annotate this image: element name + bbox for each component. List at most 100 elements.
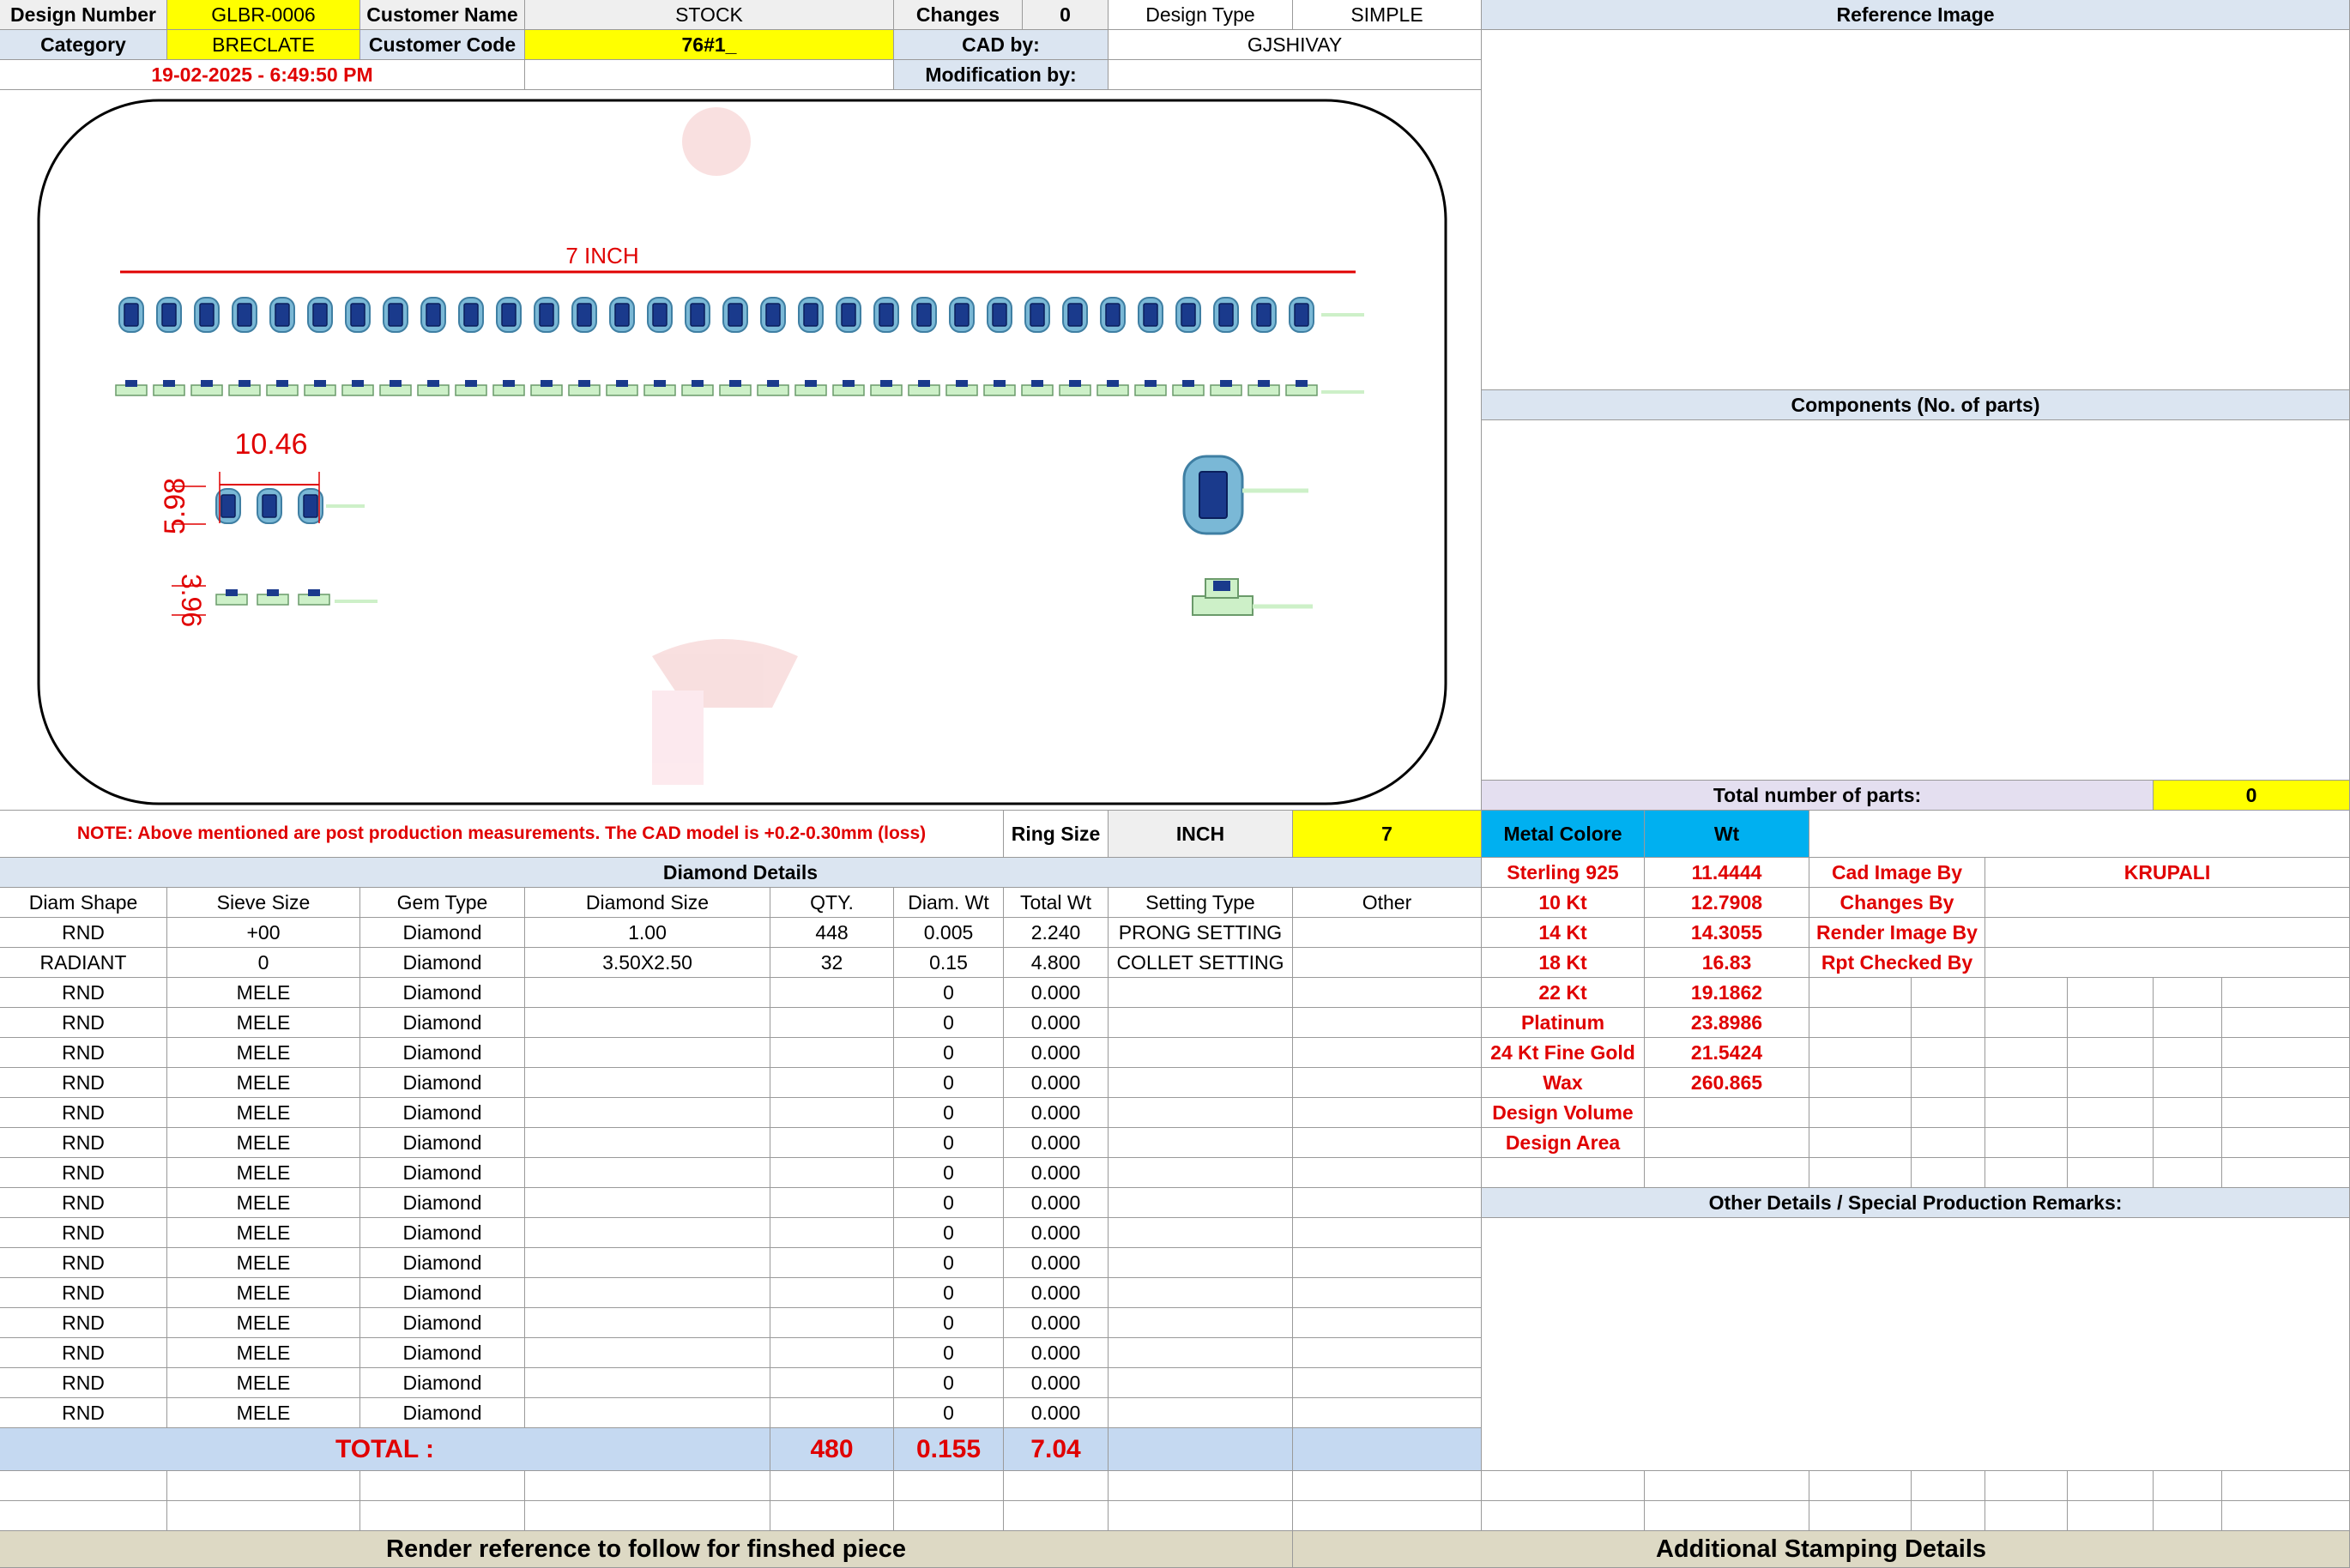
cell-total-wt[interactable]: 0.000 <box>1004 1068 1109 1098</box>
cell-diamond-size[interactable] <box>525 1308 770 1338</box>
cell-sieve-size[interactable]: MELE <box>167 978 360 1008</box>
cell-gem-type[interactable]: Diamond <box>360 1128 525 1158</box>
cell-other[interactable] <box>1293 1128 1482 1158</box>
cell-qty[interactable] <box>770 1338 894 1368</box>
cell-total-wt[interactable]: 0.000 <box>1004 1338 1109 1368</box>
cell-diam-shape[interactable]: RND <box>0 1308 167 1338</box>
cell-diam-wt[interactable]: 0 <box>894 978 1004 1008</box>
cell-total-wt[interactable]: 0.000 <box>1004 1218 1109 1248</box>
cell-qty[interactable] <box>770 1368 894 1398</box>
cell-diam-wt[interactable]: 0 <box>894 1398 1004 1428</box>
cell-diam-shape[interactable]: RND <box>0 1218 167 1248</box>
cell-diam-shape[interactable]: RND <box>0 978 167 1008</box>
cell-total-wt[interactable]: 0.000 <box>1004 1398 1109 1428</box>
cell-sieve-size[interactable]: MELE <box>167 1368 360 1398</box>
cell-qty[interactable] <box>770 1008 894 1038</box>
metal-weight[interactable]: 21.5424 <box>1645 1038 1809 1068</box>
cell-diam-wt[interactable]: 0 <box>894 1098 1004 1128</box>
category-value[interactable]: BRECLATE <box>167 30 360 60</box>
cell-total-wt[interactable]: 0.000 <box>1004 1308 1109 1338</box>
cell-sieve-size[interactable]: MELE <box>167 1338 360 1368</box>
cell-diam-shape[interactable]: RND <box>0 1278 167 1308</box>
metal-weight[interactable]: 19.1862 <box>1645 978 1809 1008</box>
cell-setting-type[interactable] <box>1109 1068 1293 1098</box>
total-parts-value[interactable]: 0 <box>2154 781 2350 811</box>
cell-diam-shape[interactable]: RND <box>0 1338 167 1368</box>
cell-other[interactable] <box>1293 1008 1482 1038</box>
cell-diam-wt[interactable]: 0 <box>894 1188 1004 1218</box>
metal-weight[interactable]: 12.7908 <box>1645 888 1809 918</box>
cell-setting-type[interactable] <box>1109 1308 1293 1338</box>
cell-setting-type[interactable]: COLLET SETTING <box>1109 948 1293 978</box>
cell-setting-type[interactable] <box>1109 1038 1293 1068</box>
cell-gem-type[interactable]: Diamond <box>360 1068 525 1098</box>
cell-gem-type[interactable]: Diamond <box>360 1248 525 1278</box>
cell-diamond-size[interactable] <box>525 1008 770 1038</box>
cell-total-wt[interactable]: 0.000 <box>1004 1248 1109 1278</box>
cell-sieve-size[interactable]: MELE <box>167 1308 360 1338</box>
cell-diam-wt[interactable]: 0 <box>894 1308 1004 1338</box>
cell-other[interactable] <box>1293 1188 1482 1218</box>
cell-gem-type[interactable]: Diamond <box>360 1218 525 1248</box>
cell-sieve-size[interactable]: MELE <box>167 1218 360 1248</box>
cell-sieve-size[interactable]: MELE <box>167 1098 360 1128</box>
metal-weight[interactable]: 23.8986 <box>1645 1008 1809 1038</box>
cell-sieve-size[interactable]: MELE <box>167 1158 360 1188</box>
cell-other[interactable] <box>1293 1218 1482 1248</box>
cell-total-wt[interactable]: 4.800 <box>1004 948 1109 978</box>
cell-diam-wt[interactable]: 0 <box>894 1278 1004 1308</box>
cell-other[interactable] <box>1293 1248 1482 1278</box>
cell-qty[interactable] <box>770 1218 894 1248</box>
cell-qty[interactable] <box>770 978 894 1008</box>
cell-setting-type[interactable] <box>1109 1098 1293 1128</box>
cell-diam-shape[interactable]: RND <box>0 1008 167 1038</box>
customer-name-value[interactable]: STOCK <box>525 0 894 30</box>
cell-diam-shape[interactable]: RND <box>0 1368 167 1398</box>
cell-setting-type[interactable]: PRONG SETTING <box>1109 918 1293 948</box>
cell-setting-type[interactable] <box>1109 1368 1293 1398</box>
cell-other[interactable] <box>1293 978 1482 1008</box>
cell-sieve-size[interactable]: MELE <box>167 1278 360 1308</box>
cell-diamond-size[interactable]: 1.00 <box>525 918 770 948</box>
cell-qty[interactable] <box>770 1038 894 1068</box>
cell-qty[interactable] <box>770 1188 894 1218</box>
cell-diamond-size[interactable] <box>525 1038 770 1068</box>
cell-diamond-size[interactable] <box>525 1158 770 1188</box>
cell-gem-type[interactable]: Diamond <box>360 918 525 948</box>
cell-other[interactable] <box>1293 948 1482 978</box>
cell-diamond-size[interactable] <box>525 1248 770 1278</box>
cell-gem-type[interactable]: Diamond <box>360 948 525 978</box>
cell-gem-type[interactable]: Diamond <box>360 1278 525 1308</box>
cell-qty[interactable]: 448 <box>770 918 894 948</box>
cell-sieve-size[interactable]: MELE <box>167 1248 360 1278</box>
cell-setting-type[interactable] <box>1109 1008 1293 1038</box>
cell-diamond-size[interactable] <box>525 1278 770 1308</box>
cell-diam-shape[interactable]: RND <box>0 1098 167 1128</box>
ring-size-value[interactable]: 7 <box>1293 811 1482 858</box>
credit-value[interactable]: KRUPALI <box>1985 858 2350 888</box>
metal-weight[interactable]: 11.4444 <box>1645 858 1809 888</box>
design-number-value[interactable]: GLBR-0006 <box>167 0 360 30</box>
cell-diam-wt[interactable]: 0.15 <box>894 948 1004 978</box>
cell-total-wt[interactable]: 0.000 <box>1004 1098 1109 1128</box>
cell-qty[interactable] <box>770 1128 894 1158</box>
cell-sieve-size[interactable]: MELE <box>167 1068 360 1098</box>
credit-value[interactable] <box>1985 948 2350 978</box>
customer-code-value[interactable]: 76#1_ <box>525 30 894 60</box>
cell-diamond-size[interactable] <box>525 1368 770 1398</box>
metal-weight[interactable] <box>1645 1128 1809 1158</box>
cell-total-wt[interactable]: 0.000 <box>1004 1008 1109 1038</box>
cell-diam-wt[interactable]: 0 <box>894 1008 1004 1038</box>
cell-sieve-size[interactable]: 0 <box>167 948 360 978</box>
metal-weight[interactable]: 260.865 <box>1645 1068 1809 1098</box>
cell-diamond-size[interactable] <box>525 1128 770 1158</box>
cell-diamond-size[interactable] <box>525 978 770 1008</box>
cell-total-wt[interactable]: 0.000 <box>1004 1188 1109 1218</box>
cell-diam-wt[interactable]: 0 <box>894 1338 1004 1368</box>
cell-diam-shape[interactable]: RND <box>0 1398 167 1428</box>
cell-other[interactable] <box>1293 1398 1482 1428</box>
cell-qty[interactable] <box>770 1278 894 1308</box>
cell-diam-wt[interactable]: 0 <box>894 1038 1004 1068</box>
cell-other[interactable] <box>1293 1368 1482 1398</box>
cell-diam-wt[interactable]: 0 <box>894 1248 1004 1278</box>
